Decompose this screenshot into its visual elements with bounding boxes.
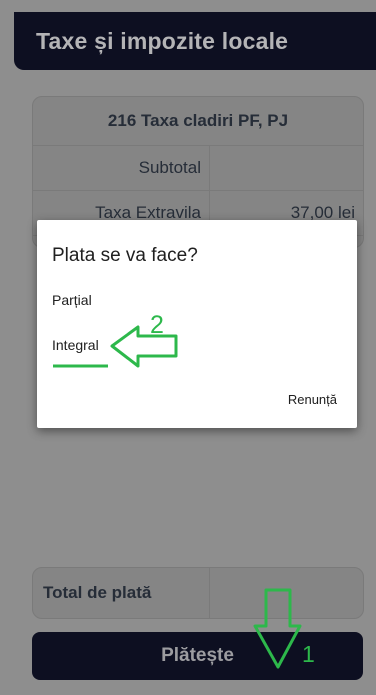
annotation-overlay: 2 1 (53, 311, 315, 669)
step-2-label: 2 (150, 311, 164, 339)
step-1-label: 1 (302, 641, 315, 667)
left-arrow-icon (110, 325, 178, 368)
down-arrow-icon (253, 588, 302, 669)
